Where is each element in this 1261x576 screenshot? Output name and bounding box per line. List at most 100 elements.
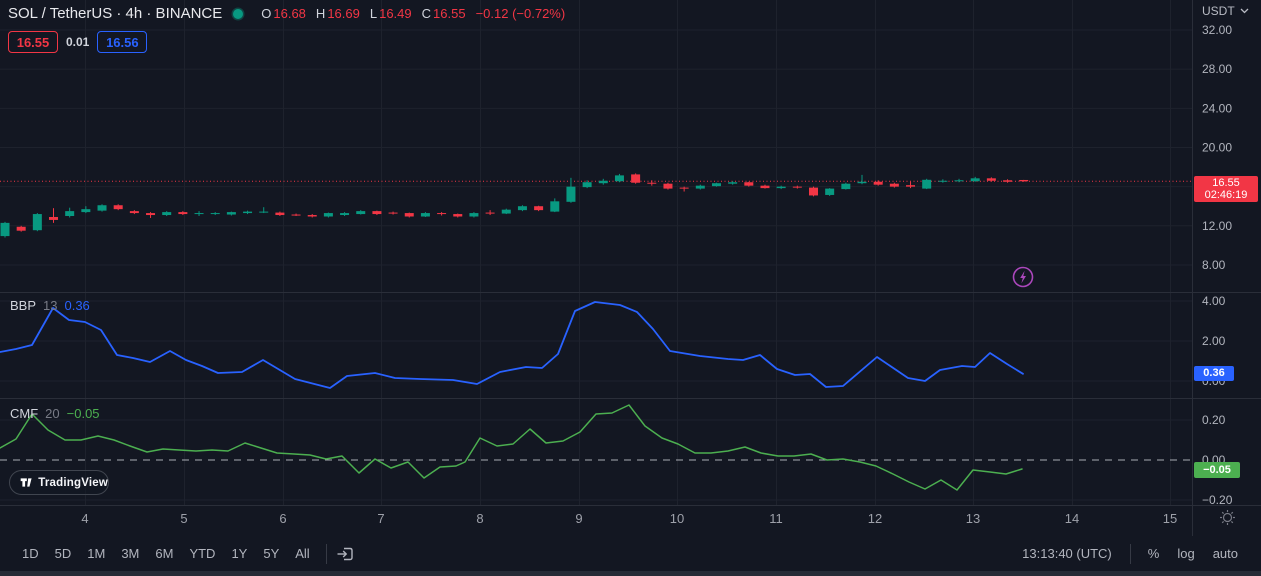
range-button-6m[interactable]: 6M: [147, 543, 181, 564]
range-button-3m[interactable]: 3M: [113, 543, 147, 564]
candle: [760, 185, 770, 189]
candle: [776, 186, 786, 189]
candle: [469, 213, 479, 217]
candle: [65, 211, 75, 217]
go-to-date-icon[interactable]: [335, 544, 355, 564]
candle: [728, 182, 738, 184]
candle: [372, 211, 382, 215]
candle: [49, 216, 59, 220]
candle: [954, 180, 964, 182]
candle: [986, 178, 996, 181]
candle: [889, 183, 899, 187]
date-tick-label: 12: [868, 511, 882, 526]
bbp-legend[interactable]: BBP 13 0.36: [10, 298, 90, 313]
currency-label: USDT: [1202, 4, 1235, 18]
candle: [534, 206, 544, 211]
low-value: 16.49: [379, 6, 412, 21]
date-tick-label: 8: [476, 511, 483, 526]
date-tick-label: 7: [377, 511, 384, 526]
date-tick-label: 9: [575, 511, 582, 526]
tradingview-logo-text: TradingView: [38, 476, 108, 489]
tradingview-logo[interactable]: TradingView: [9, 470, 109, 495]
log-scale-button[interactable]: log: [1168, 543, 1203, 564]
bbp-line: [0, 301, 1024, 389]
candle: [550, 201, 560, 212]
range-button-1m[interactable]: 1M: [79, 543, 113, 564]
market-status-icon[interactable]: [231, 7, 245, 21]
clock[interactable]: 13:13:40 (UTC): [1022, 546, 1122, 561]
range-button-5y[interactable]: 5Y: [255, 543, 287, 564]
ohlc-readout: O 16.68 H 16.69 L 16.49 C 16.55 −0.12 (−0.72…: [259, 6, 565, 21]
candle: [873, 181, 883, 185]
candle: [711, 183, 721, 187]
candle: [194, 213, 204, 215]
candle: [162, 212, 172, 216]
candle: [485, 212, 495, 214]
range-button-all[interactable]: All: [287, 543, 317, 564]
range-button-5d[interactable]: 5D: [47, 543, 80, 564]
last-price-value: 16.55: [1212, 177, 1240, 189]
candle: [614, 175, 624, 182]
date-tick-label: 6: [279, 511, 286, 526]
candle: [420, 213, 430, 217]
percent-scale-button[interactable]: %: [1139, 543, 1169, 564]
candle: [598, 180, 608, 184]
candle: [809, 187, 818, 196]
quote-row: 16.55 0.01 16.56: [8, 31, 148, 53]
cmf-name: CMF: [10, 406, 39, 421]
high-value: 16.69: [327, 6, 360, 21]
candle: [517, 206, 527, 211]
sun-icon[interactable]: [1219, 509, 1236, 526]
candle: [0, 222, 10, 237]
symbol-title[interactable]: SOL / TetherUS · 4h · BINANCE: [8, 5, 222, 22]
date-tick-label: 11: [769, 511, 783, 526]
price-chart-canvas[interactable]: 32.0028.0024.0020.0016.0012.008.004.002.…: [0, 0, 1261, 536]
bbp-tick-label: 2.00: [1202, 334, 1226, 348]
lightning-icon[interactable]: [1012, 266, 1034, 288]
price-tick-label: 20.00: [1202, 140, 1232, 154]
candle: [582, 182, 592, 188]
buy-button[interactable]: 16.56: [97, 31, 148, 53]
candle: [32, 214, 42, 231]
candle: [906, 185, 916, 187]
candle: [1003, 180, 1013, 182]
candle: [566, 186, 576, 202]
candle: [243, 211, 253, 214]
candle: [388, 212, 398, 214]
candle: [679, 187, 689, 189]
date-tick-label: 10: [670, 511, 684, 526]
candle: [16, 226, 26, 231]
candle: [922, 179, 932, 189]
cmf-legend[interactable]: CMF 20 −0.05: [10, 406, 100, 421]
date-tick-label: 5: [180, 511, 187, 526]
sell-button[interactable]: 16.55: [8, 31, 58, 53]
cmf-value: −0.05: [66, 406, 100, 421]
range-button-1d[interactable]: 1D: [14, 543, 47, 564]
open-value: 16.68: [273, 6, 306, 21]
auto-scale-button[interactable]: auto: [1204, 543, 1247, 564]
date-tick-label: 4: [81, 511, 88, 526]
cmf-line: [0, 404, 1023, 491]
spread-value: 0.01: [66, 35, 90, 49]
low-label: L: [369, 6, 378, 21]
candle: [404, 213, 414, 217]
candle: [340, 213, 350, 216]
date-range-buttons: 1D 5D 1M 3M 6M YTD 1Y 5Y All: [14, 543, 318, 564]
range-button-ytd[interactable]: YTD: [181, 543, 223, 564]
cmf-tick-label: −0.20: [1202, 493, 1233, 507]
price-tick-label: 24.00: [1202, 101, 1232, 115]
candle: [825, 188, 835, 195]
candle: [857, 181, 867, 184]
chevron-down-icon: [1240, 8, 1249, 14]
chart-legend: SOL / TetherUS · 4h · BINANCE O 16.68 H 16…: [8, 5, 565, 22]
candle: [841, 183, 851, 190]
candle: [307, 215, 317, 217]
range-button-1y[interactable]: 1Y: [223, 543, 255, 564]
candle: [178, 212, 188, 215]
close-value: 16.55: [433, 6, 466, 21]
bbp-value-badge: 0.36: [1194, 366, 1234, 381]
price-tick-label: 28.00: [1202, 62, 1232, 76]
date-tick-label: 14: [1065, 511, 1079, 526]
price-tick-label: 8.00: [1202, 258, 1226, 272]
currency-selector[interactable]: USDT: [1202, 4, 1249, 18]
